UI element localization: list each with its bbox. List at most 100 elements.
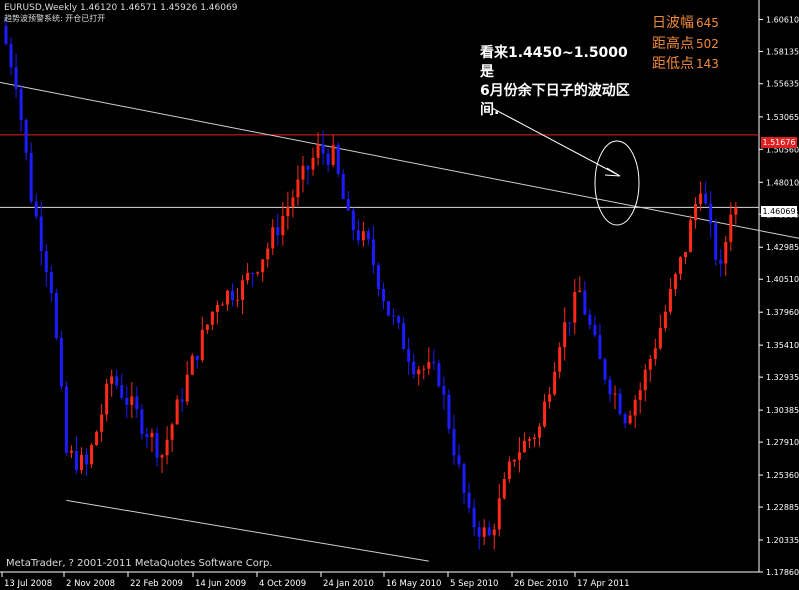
candle-bull [653, 348, 657, 360]
stat-value: 645 [696, 16, 719, 30]
candle-bull [633, 399, 637, 416]
candle-bear [336, 145, 340, 174]
candle-bull [678, 257, 682, 275]
y-tick-label: 1.22885 [766, 503, 799, 512]
candle-bull [482, 527, 486, 537]
candle-bear [195, 355, 199, 361]
candle-bull [316, 144, 320, 158]
candle-bull [538, 426, 542, 438]
x-tick-label: 16 May 2010 [386, 579, 441, 589]
candle-bear [462, 464, 466, 493]
stat-daily-range: 日波幅 645 [652, 12, 719, 32]
candle-bull [492, 529, 496, 536]
candle-bull [422, 368, 426, 370]
y-tick-label: 1.58135 [766, 47, 799, 56]
copyright: MetaTrader, ? 2001-2011 MetaQuotes Softw… [6, 558, 273, 569]
candle-bear [351, 210, 355, 231]
candle-bear [487, 527, 491, 536]
candle-bull [311, 157, 315, 170]
candle-bull [517, 452, 521, 460]
x-tick-label: 13 Jul 2008 [4, 579, 52, 589]
candle-bull [573, 292, 577, 323]
stat-from-low: 距低点 143 [652, 53, 719, 73]
candle-bear [387, 301, 391, 316]
candle-bear [59, 337, 63, 387]
candle-bear [74, 450, 78, 471]
candle-bear [85, 454, 89, 465]
candle-bull [241, 280, 245, 300]
candle-bear [115, 376, 119, 386]
candle-bull [95, 431, 99, 446]
candle-bear [341, 173, 345, 199]
candle-bull [658, 328, 662, 349]
candle-bear [321, 144, 325, 154]
chart-window: 1.60610 1.58135 1.55635 1.53065 1.50560 1.480… [0, 0, 799, 590]
candle-bull [205, 324, 209, 330]
candle-bull [578, 290, 582, 293]
candle-bull [361, 231, 365, 241]
annotation-line-1: 看来1.4450~1.5000是 [480, 45, 628, 80]
price-chart: 1.606101.581351.556351.530651.505601.480… [0, 0, 799, 589]
y-tick-label: 1.48010 [766, 178, 799, 187]
candle-bear [382, 288, 385, 302]
trendline [66, 499, 429, 562]
y-tick-label: 1.40510 [766, 275, 799, 284]
candle-bear [19, 88, 23, 120]
candle-bull [150, 432, 154, 438]
stat-from-high: 距高点 502 [652, 33, 719, 53]
candle-bull [668, 288, 672, 312]
x-tick-label: 14 Jun 2009 [195, 579, 246, 589]
candle-bull [80, 454, 83, 471]
y-tick-label: 1.53065 [766, 113, 799, 122]
candle-bull [694, 204, 698, 221]
y-tick-label: 1.30385 [766, 406, 799, 415]
y-tick-label: 1.55635 [766, 80, 799, 89]
candle-bull [533, 437, 536, 440]
y-tick-label: 1.37960 [766, 308, 799, 317]
candle-bear [593, 324, 597, 336]
candle-bear [125, 397, 129, 405]
candle-bear [452, 428, 456, 456]
annotation-line-2: 6月份余下日子的波动区间. [480, 83, 630, 118]
candle-bear [356, 230, 360, 241]
candle-bear [618, 393, 622, 415]
x-tick-label: 24 Jan 2010 [323, 579, 374, 589]
candle-bear [155, 432, 159, 458]
y-tick-label: 1.32935 [766, 373, 799, 382]
chart-header: EURUSD,Weekly 1.46120 1.46571 1.45926 1.… [4, 3, 238, 13]
candle-bear [402, 323, 406, 350]
y-tick-label: 1.42985 [766, 243, 799, 252]
stat-label: 日波幅 [652, 15, 694, 31]
candle-bear [407, 349, 411, 362]
candle-bull [699, 193, 703, 205]
candle-bull [100, 414, 104, 432]
candle-bull [105, 383, 109, 415]
candle-bear [140, 409, 144, 434]
candle-bull [673, 274, 677, 289]
candle-bull [271, 227, 275, 249]
candle-bull [643, 369, 647, 391]
candle-bull [502, 478, 506, 499]
candle-bull [507, 461, 511, 479]
candle-bull [220, 304, 224, 306]
candle-bull [69, 450, 73, 453]
price-tag-current: 1.46069 [761, 206, 797, 217]
candle-bull [558, 347, 562, 372]
candle-bear [4, 25, 8, 44]
candle-bear [568, 322, 572, 324]
candle-bull [734, 207, 738, 215]
candle-bull [512, 459, 516, 462]
candle-bull [628, 415, 632, 424]
candle-bull [200, 329, 204, 361]
candle-bear [477, 527, 481, 537]
candle-bull [175, 399, 179, 425]
candle-bull [281, 216, 285, 236]
candle-bear [709, 203, 713, 224]
candle-bull [160, 455, 164, 458]
candle-bull [548, 394, 552, 402]
candle-bear [457, 455, 461, 465]
candle-bull [613, 393, 617, 395]
candle-bull [427, 362, 431, 369]
candle-bear [397, 316, 401, 324]
candle-bull [291, 197, 295, 207]
